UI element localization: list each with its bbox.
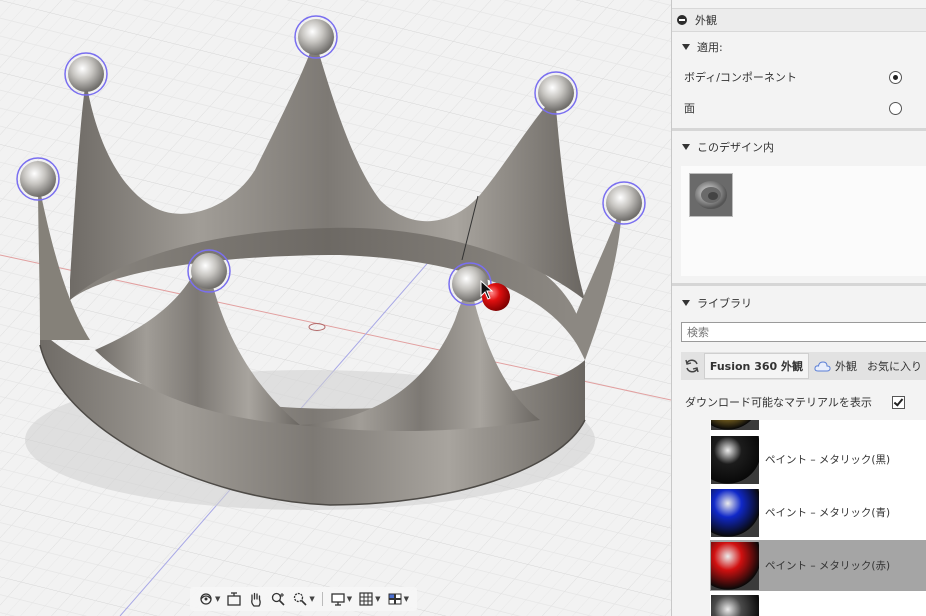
material-swatch [711, 541, 759, 590]
library-item-partial-top[interactable] [710, 420, 926, 431]
tab-label: Fusion 360 外観 [709, 360, 803, 373]
display-settings-button[interactable]: ▼ [328, 588, 354, 610]
apply-section-header[interactable]: 適用: [672, 37, 926, 57]
section-divider [672, 283, 926, 286]
library-item-partial-bottom[interactable] [710, 593, 926, 616]
tab-favorites[interactable]: お気に入り [862, 354, 926, 378]
apply-option-face[interactable]: 面 [672, 96, 926, 120]
library-item-metallic-blue[interactable]: ペイント – メタリック(青) [710, 487, 926, 538]
appearance-panel: 外観 適用: ボディ/コンポーネント 面 このデザイン内 ライブラリ 検索 Fu… [671, 0, 926, 616]
display-settings-icon [331, 593, 345, 606]
show-downloadable-row[interactable]: ダウンロード可能なマテリアルを表示 [672, 390, 926, 414]
zoom-icon [272, 592, 285, 606]
collapse-minus-icon[interactable] [677, 15, 687, 25]
refresh-button[interactable] [681, 353, 704, 379]
toolbar-separator [321, 592, 323, 606]
pearl-top-left[interactable] [64, 52, 108, 96]
caret-down-icon: ▼ [375, 595, 381, 603]
pearl-right[interactable] [602, 181, 646, 225]
body-component-label: ボディ/コンポーネント [684, 71, 797, 84]
library-section-header[interactable]: ライブラリ [672, 293, 926, 313]
library-search-input[interactable] [681, 322, 926, 342]
show-downloadable-label: ダウンロード可能なマテリアルを表示 [685, 396, 872, 409]
pearl-left[interactable] [16, 157, 60, 201]
grid-snaps-button[interactable]: ▼ [356, 588, 382, 610]
material-swatch [711, 488, 759, 537]
orbit-icon [200, 593, 212, 605]
3d-viewport[interactable]: ▼ ▼ ▼ ▼ ▼ [0, 0, 671, 616]
library-tabs: Fusion 360 外観 外観 お気に入り [681, 352, 926, 380]
tab-label: 外観 [835, 360, 857, 373]
ring-material-icon [690, 174, 732, 216]
face-label: 面 [684, 102, 695, 115]
refresh-icon [685, 359, 700, 373]
show-downloadable-checkbox[interactable] [892, 395, 905, 409]
material-label: ペイント – メタリック(赤) [765, 560, 891, 572]
crown-model-scene[interactable] [0, 0, 671, 616]
caret-down-icon: ▼ [346, 595, 353, 603]
caret-down-icon: ▼ [215, 595, 221, 603]
library-item-metallic-black[interactable]: ペイント – メタリック(黒) [710, 434, 926, 485]
apply-section-label: 適用: [697, 41, 723, 54]
look-at-button[interactable] [224, 588, 244, 610]
viewports-icon [388, 593, 402, 605]
pan-button[interactable] [246, 588, 266, 610]
pearl-front-left[interactable] [187, 249, 231, 293]
material-swatch [711, 594, 759, 616]
look-at-icon [227, 592, 242, 606]
viewports-button[interactable]: ▼ [385, 588, 411, 610]
triangle-down-icon [682, 300, 690, 306]
face-radio[interactable] [889, 101, 902, 115]
library-item-metallic-red[interactable]: ペイント – メタリック(赤) [710, 540, 926, 591]
material-swatch [711, 420, 759, 430]
triangle-down-icon [682, 144, 690, 150]
tab-label: お気に入り [867, 360, 922, 373]
zoom-window-button[interactable]: ▼ [290, 588, 316, 610]
material-label: ペイント – メタリック(黒) [765, 454, 891, 466]
material-swatch [711, 435, 759, 484]
navigation-toolbar: ▼ ▼ ▼ ▼ ▼ [190, 587, 417, 611]
triangle-down-icon [682, 44, 690, 50]
library-section-label: ライブラリ [697, 297, 752, 310]
pearl-top-right[interactable] [534, 71, 578, 115]
pearl-top-center[interactable] [294, 15, 338, 59]
cloud-icon [814, 360, 831, 371]
in-design-section-header[interactable]: このデザイン内 [672, 137, 926, 157]
tab-cloud-appearances[interactable]: 外観 [809, 354, 862, 378]
zoom-button[interactable] [268, 588, 288, 610]
caret-down-icon: ▼ [403, 595, 409, 603]
in-design-materials [681, 166, 926, 276]
orbit-button[interactable]: ▼ [196, 588, 222, 610]
design-material-thumbnail[interactable] [689, 173, 733, 217]
in-design-section-label: このデザイン内 [697, 141, 774, 154]
material-label: ペイント – メタリック(青) [765, 507, 891, 519]
tab-fusion360-appearances[interactable]: Fusion 360 外観 [703, 353, 809, 379]
body-component-radio[interactable] [889, 70, 902, 84]
zoom-window-icon [294, 592, 307, 606]
panel-title: 外観 [695, 14, 717, 27]
grid-icon [359, 592, 373, 606]
panel-header: 外観 [672, 8, 926, 32]
caret-down-icon: ▼ [309, 595, 315, 603]
section-divider [672, 128, 926, 131]
mouse-cursor-icon [480, 280, 494, 300]
library-material-list: ペイント – メタリック(黒) ペイント – メタリック(青) ペイント – メ… [710, 420, 926, 616]
pan-hand-icon [251, 592, 262, 607]
apply-option-body-component[interactable]: ボディ/コンポーネント [672, 65, 926, 89]
